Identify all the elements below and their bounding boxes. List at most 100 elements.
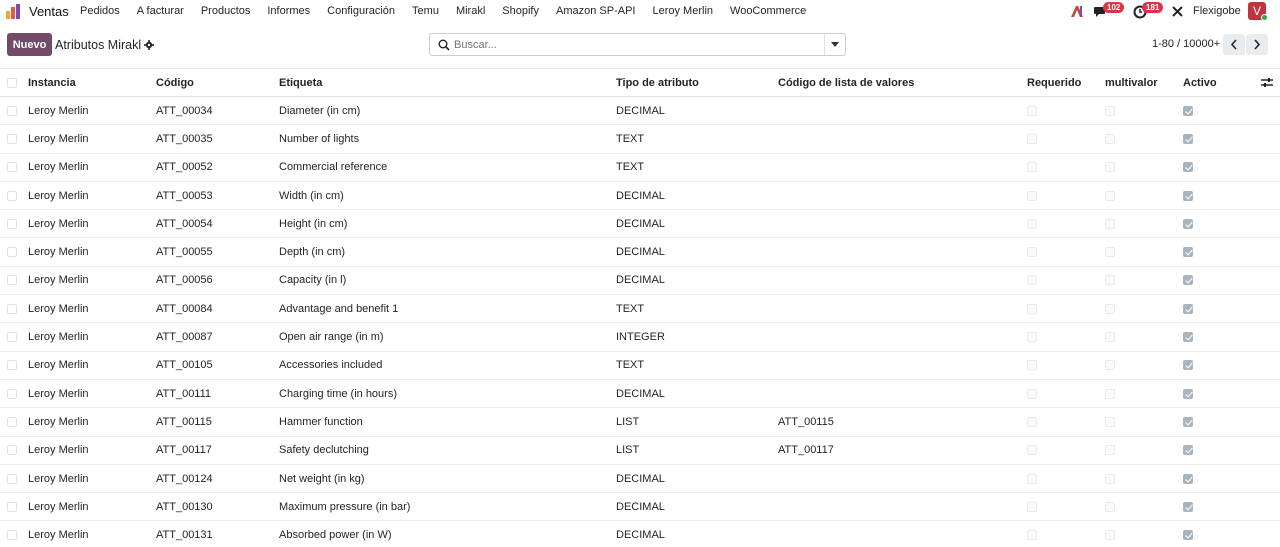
- table-row[interactable]: Leroy Merlin ATT_00105 Accessories include…: [0, 352, 1280, 380]
- menu-item-woocommerce[interactable]: WooCommerce: [730, 5, 806, 17]
- multivalue-checkbox: [1105, 275, 1115, 286]
- row-select-checkbox[interactable]: [7, 445, 17, 456]
- row-select-checkbox[interactable]: [7, 416, 17, 427]
- search-options-toggle[interactable]: [824, 34, 845, 55]
- table-row[interactable]: Leroy Merlin ATT_00035 Number of lights TEX…: [0, 125, 1280, 154]
- table-row[interactable]: Leroy Merlin ATT_00124 Net weight (in kg) D…: [0, 465, 1280, 494]
- table-row[interactable]: Leroy Merlin ATT_00053 Width (in cm) DECIMA…: [0, 182, 1280, 211]
- cell-required: [1027, 295, 1037, 322]
- menu-item-amazon-sp-api[interactable]: Amazon SP-API: [556, 5, 635, 17]
- active-checkbox: [1183, 360, 1193, 371]
- cell-type: DECIMAL: [616, 472, 665, 485]
- table-row[interactable]: Leroy Merlin ATT_00055 Depth (in cm) DECIMA…: [0, 238, 1280, 267]
- row-select-checkbox[interactable]: [7, 105, 17, 116]
- multivalue-checkbox: [1105, 332, 1115, 343]
- column-header-active[interactable]: Activo: [1183, 69, 1217, 96]
- cell-label: Net weight (in kg): [279, 472, 365, 485]
- cell-code: ATT_00117: [156, 444, 212, 457]
- row-select-checkbox[interactable]: [7, 360, 17, 371]
- column-header-code[interactable]: Código: [156, 69, 194, 96]
- table-row[interactable]: Leroy Merlin ATT_00111 Charging time (in h…: [0, 380, 1280, 409]
- pager-previous-button[interactable]: [1223, 34, 1245, 55]
- row-select-checkbox[interactable]: [7, 332, 17, 343]
- column-header-instance[interactable]: Instancia: [28, 69, 76, 96]
- menu-item-pedidos[interactable]: Pedidos: [80, 5, 120, 17]
- row-select-checkbox[interactable]: [7, 388, 17, 399]
- pager-value[interactable]: 1-80 / 10000+: [1152, 38, 1220, 50]
- menu-item-productos[interactable]: Productos: [201, 5, 251, 17]
- menu-item-shopify[interactable]: Shopify: [502, 5, 539, 17]
- cell-required: [1027, 125, 1037, 152]
- cell-code: ATT_00056: [156, 274, 213, 287]
- table-row[interactable]: Leroy Merlin ATT_00131 Absorbed power (in …: [0, 521, 1280, 547]
- menu-item-configuracion[interactable]: Configuración: [327, 5, 395, 17]
- active-checkbox: [1183, 501, 1193, 512]
- table-row[interactable]: Leroy Merlin ATT_00130 Maximum pressure (i…: [0, 493, 1280, 522]
- multivalue-checkbox: [1105, 218, 1115, 229]
- cell-code: ATT_00034: [156, 104, 213, 117]
- column-header-type[interactable]: Tipo de atributo: [616, 69, 699, 96]
- new-button[interactable]: Nuevo: [7, 33, 52, 56]
- pager-next-button[interactable]: [1246, 34, 1268, 55]
- page-title: Atributos Mirakl: [55, 38, 142, 52]
- row-select-checkbox[interactable]: [7, 190, 17, 201]
- row-select-checkbox[interactable]: [7, 501, 17, 512]
- row-select-checkbox[interactable]: [7, 473, 17, 484]
- gear-icon[interactable]: [144, 40, 154, 50]
- cell-type: INTEGER: [616, 331, 665, 344]
- cell-active: [1183, 125, 1193, 152]
- table-row[interactable]: Leroy Merlin ATT_00084 Advantage and benef…: [0, 295, 1280, 324]
- cell-label: Width (in cm): [279, 189, 344, 202]
- cell-code: ATT_00055: [156, 246, 213, 259]
- company-switcher[interactable]: Flexigobe: [1193, 5, 1241, 17]
- ai-assistant-icon[interactable]: [1070, 5, 1084, 18]
- active-checkbox: [1183, 303, 1193, 314]
- attributes-table: Instancia Código Etiqueta Tipo de atribu…: [0, 68, 1280, 547]
- row-select-cell: [7, 521, 17, 547]
- select-all-checkbox[interactable]: [7, 77, 17, 88]
- column-header-list-code[interactable]: Código de lista de valores: [778, 69, 914, 96]
- table-row[interactable]: Leroy Merlin ATT_00056 Capacity (in l) DECI…: [0, 267, 1280, 296]
- table-row[interactable]: Leroy Merlin ATT_00117 Safety declutching L…: [0, 437, 1280, 465]
- sales-app-icon[interactable]: [6, 4, 22, 19]
- multivalue-checkbox: [1105, 416, 1115, 427]
- menu-item-a-facturar[interactable]: A facturar: [137, 5, 184, 17]
- column-header-required[interactable]: Requerido: [1027, 69, 1081, 96]
- column-header-label[interactable]: Etiqueta: [279, 69, 322, 96]
- row-select-checkbox[interactable]: [7, 275, 17, 286]
- row-select-cell: [7, 182, 17, 209]
- menu-item-mirakl[interactable]: Mirakl: [456, 5, 485, 17]
- row-select-checkbox[interactable]: [7, 162, 17, 173]
- debug-tools-icon[interactable]: [1171, 5, 1184, 18]
- menu-item-leroy-merlin[interactable]: Leroy Merlin: [652, 5, 713, 17]
- menu-item-informes[interactable]: Informes: [267, 5, 310, 17]
- table-row[interactable]: Leroy Merlin ATT_00034 Diameter (in cm) DEC…: [0, 97, 1280, 126]
- cell-instance: Leroy Merlin: [28, 161, 89, 174]
- chat-badge: 102: [1103, 2, 1125, 13]
- cell-type: DECIMAL: [616, 189, 665, 202]
- menu-item-temu[interactable]: Temu: [412, 5, 439, 17]
- cell-active: [1183, 437, 1193, 464]
- cell-label: Absorbed power (in W): [279, 529, 392, 542]
- active-checkbox: [1183, 105, 1193, 116]
- cell-active: [1183, 521, 1193, 547]
- cell-label: Maximum pressure (in bar): [279, 500, 411, 513]
- cell-multivalue: [1105, 267, 1115, 294]
- optional-columns-toggle[interactable]: [1261, 69, 1273, 96]
- table-row[interactable]: Leroy Merlin ATT_00052 Commercial referenc…: [0, 154, 1280, 182]
- table-row[interactable]: Leroy Merlin ATT_00087 Open air range (in …: [0, 323, 1280, 352]
- search-input[interactable]: [454, 36, 824, 53]
- row-select-checkbox[interactable]: [7, 530, 17, 541]
- cell-code: ATT_00130: [156, 500, 213, 513]
- cell-active: [1183, 352, 1193, 379]
- cell-multivalue: [1105, 493, 1115, 520]
- column-header-multivalue[interactable]: multivalor: [1105, 69, 1158, 96]
- row-select-checkbox[interactable]: [7, 303, 17, 314]
- row-select-checkbox[interactable]: [7, 247, 17, 258]
- row-select-checkbox[interactable]: [7, 133, 17, 144]
- cell-required: [1027, 323, 1037, 350]
- row-select-checkbox[interactable]: [7, 218, 17, 229]
- app-name[interactable]: Ventas: [29, 4, 69, 19]
- table-row[interactable]: Leroy Merlin ATT_00054 Height (in cm) DECIM…: [0, 210, 1280, 239]
- table-row[interactable]: Leroy Merlin ATT_00115 Hammer function LIST…: [0, 408, 1280, 437]
